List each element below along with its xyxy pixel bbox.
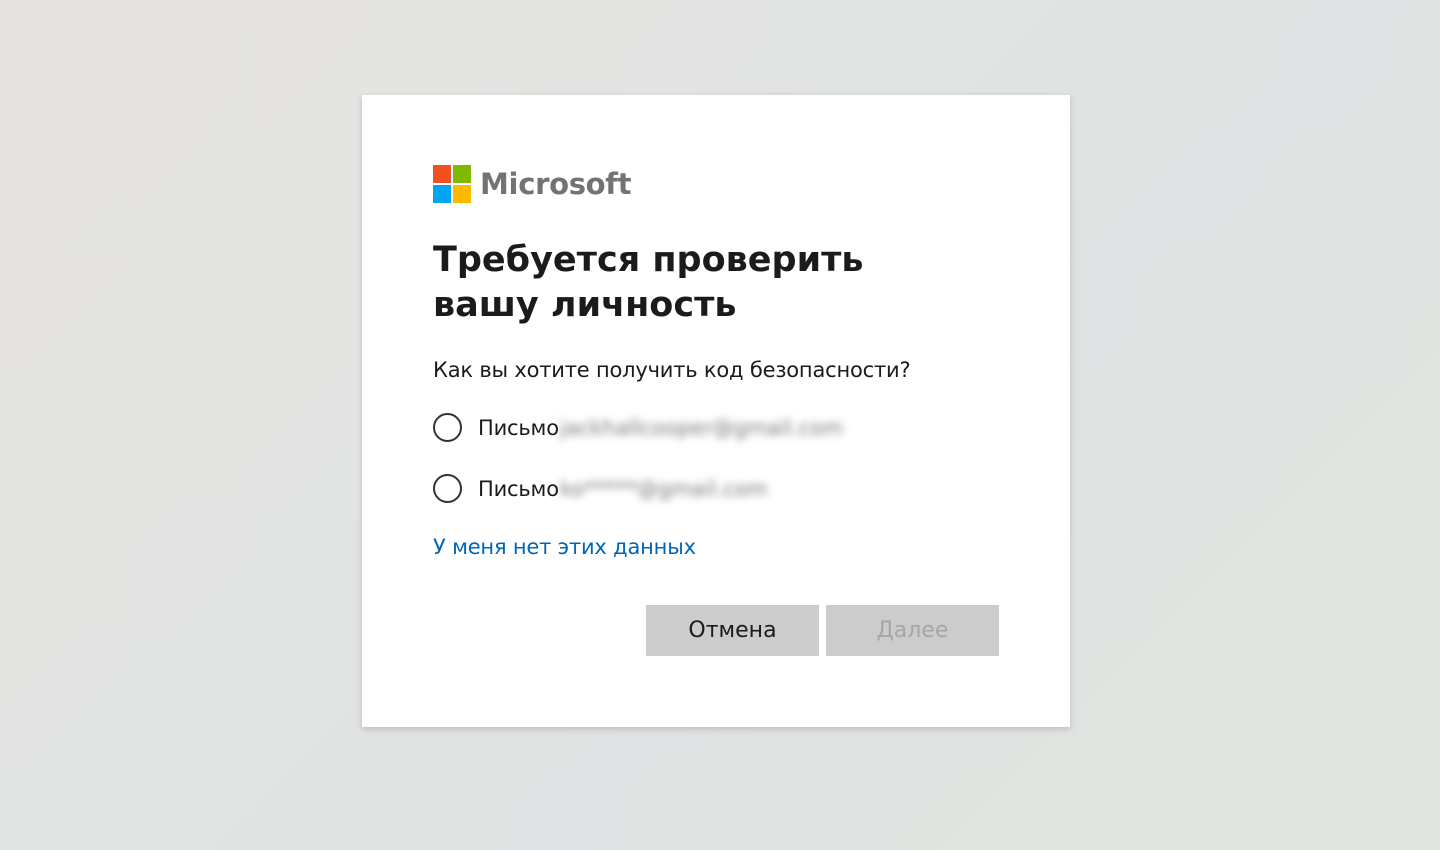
cancel-button[interactable]: Отмена [646, 605, 819, 656]
no-data-link[interactable]: У меня нет этих данных [433, 535, 696, 559]
logo-square-blue [433, 185, 451, 203]
microsoft-logo-icon [433, 165, 471, 203]
logo-square-green [453, 165, 471, 183]
logo-square-red [433, 165, 451, 183]
option-label: Письмо [478, 415, 559, 440]
option-email-2[interactable]: Письмо ko*****@gmail.com [433, 474, 768, 503]
radio-button[interactable] [433, 413, 462, 442]
security-code-prompt: Как вы хотите получить код безопасности? [433, 358, 911, 382]
option-email-1[interactable]: Письмо jackhallcooper@gmail.com [433, 413, 843, 442]
radio-button[interactable] [433, 474, 462, 503]
verify-identity-dialog: Microsoft Требуется проверить вашу лично… [362, 95, 1070, 727]
next-button[interactable]: Далее [826, 605, 999, 656]
brand-name: Microsoft [480, 167, 632, 201]
microsoft-logo: Microsoft [433, 165, 631, 203]
logo-square-yellow [453, 185, 471, 203]
dialog-title: Требуется проверить вашу личность [433, 240, 864, 325]
blurred-email: ko*****@gmail.com [560, 476, 768, 501]
option-label: Письмо [478, 476, 559, 501]
blurred-email: jackhallcooper@gmail.com [560, 415, 844, 440]
